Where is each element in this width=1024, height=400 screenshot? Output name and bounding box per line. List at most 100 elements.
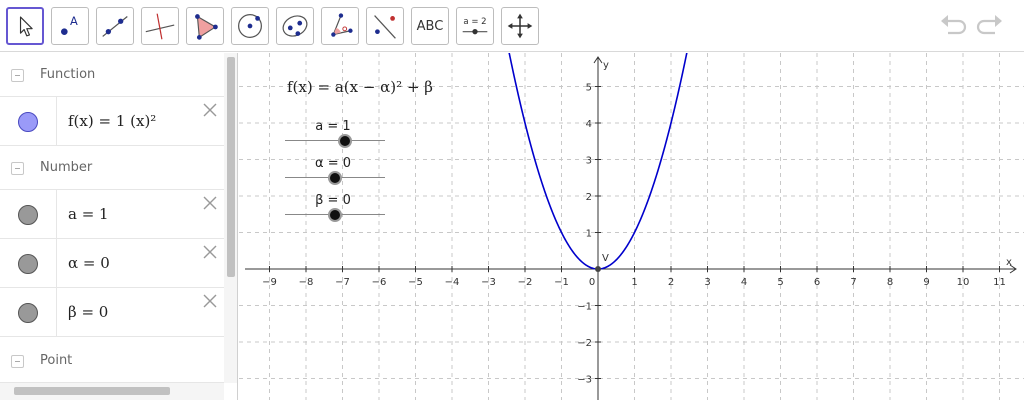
x-tick-label: 4 <box>741 277 747 288</box>
circle-center-icon <box>238 14 262 38</box>
toolbar: A ABC a = 2 <box>0 0 1024 52</box>
x-tick-label: 8 <box>887 277 893 288</box>
collapse-icon[interactable] <box>11 69 24 82</box>
y-tick-label: −3 <box>577 375 592 386</box>
visibility-toggle-icon[interactable] <box>18 205 38 225</box>
algebra-item-a[interactable]: a = 1 <box>0 190 224 239</box>
group-label: Point <box>40 353 73 368</box>
close-icon[interactable] <box>202 195 218 211</box>
reflect-tool-button[interactable] <box>366 7 404 45</box>
visibility-toggle-icon[interactable] <box>18 254 38 274</box>
x-tick-label: −7 <box>335 277 350 288</box>
visibility-toggle-icon[interactable] <box>18 303 38 323</box>
undo-icon[interactable] <box>938 12 968 40</box>
formula-text[interactable]: f(x) = a(x − α)² + β <box>287 78 433 96</box>
x-tick-label: −5 <box>408 277 423 288</box>
group-label: Function <box>40 67 96 82</box>
slider-track[interactable] <box>285 140 385 141</box>
algebra-expression[interactable]: α = 0 <box>68 254 110 272</box>
x-tick-label: −8 <box>299 277 314 288</box>
ellipse-icon <box>282 15 308 37</box>
perpendicular-tool-button[interactable] <box>141 7 179 45</box>
collapse-icon[interactable] <box>11 355 24 368</box>
angle-icon <box>331 13 353 37</box>
x-tick-label: 5 <box>777 277 783 288</box>
slider-icon: a = 2 <box>462 17 488 35</box>
group-label: Number <box>40 160 93 175</box>
vertical-scrollbar[interactable] <box>224 53 237 383</box>
x-tick-label: −1 <box>554 277 569 288</box>
scrollbar-thumb[interactable] <box>14 387 170 395</box>
x-tick-label: 7 <box>850 277 856 288</box>
angle-tool-button[interactable] <box>321 7 359 45</box>
x-tick-label: 0 <box>589 277 595 288</box>
slider-label: a = 1 <box>315 119 351 134</box>
slider-knob[interactable] <box>338 134 352 148</box>
point-tool-label: A <box>70 14 78 28</box>
x-tick-label: 10 <box>957 277 970 288</box>
group-header-function[interactable]: Function <box>0 53 224 97</box>
perpendicular-line-icon <box>145 13 175 40</box>
y-tick-label: 4 <box>586 119 592 130</box>
collapse-icon[interactable] <box>11 162 24 175</box>
vertex-label: V <box>602 253 609 264</box>
line-icon <box>102 16 128 37</box>
group-header-point[interactable]: Point <box>0 339 224 383</box>
x-tick-label: −4 <box>445 277 460 288</box>
y-axis-label: y <box>603 60 609 71</box>
group-header-number[interactable]: Number <box>0 146 224 190</box>
polygon-tool-button[interactable] <box>186 7 224 45</box>
algebra-expression[interactable]: f(x) = 1 (x)² <box>68 112 156 130</box>
slider-a[interactable]: a = 1 <box>283 119 387 149</box>
slider-alpha[interactable]: α = 0 <box>283 156 387 186</box>
polygon-icon <box>195 14 218 40</box>
algebra-item-f[interactable]: f(x) = 1 (x)² <box>0 97 224 146</box>
move-tool-button[interactable] <box>6 7 44 45</box>
move-graphics-tool-button[interactable] <box>501 7 539 45</box>
x-tick-label: −9 <box>262 277 277 288</box>
ellipse-tool-button[interactable] <box>276 7 314 45</box>
reflect-icon <box>374 15 396 39</box>
x-tick-label: 6 <box>814 277 820 288</box>
close-icon[interactable] <box>202 102 218 118</box>
y-tick-label: 2 <box>586 192 592 203</box>
algebra-item-alpha[interactable]: α = 0 <box>0 239 224 288</box>
close-icon[interactable] <box>202 293 218 309</box>
algebra-expression[interactable]: β = 0 <box>68 303 108 321</box>
y-tick-label: 5 <box>586 83 592 94</box>
slider-tool-button[interactable]: a = 2 <box>456 7 494 45</box>
slider-knob[interactable] <box>328 171 342 185</box>
vertex-point <box>595 266 601 272</box>
geogebra-app: A ABC a = 2 Function f(x) = 1 (x)² Numbe… <box>0 0 1024 400</box>
x-tick-label: 2 <box>668 277 674 288</box>
slider-label: α = 0 <box>315 156 351 171</box>
text-tool-button[interactable]: ABC <box>411 7 449 45</box>
move-arrows-icon <box>507 13 533 39</box>
arrow-cursor-icon <box>19 16 33 37</box>
x-tick-label: 9 <box>923 277 929 288</box>
horizontal-scrollbar[interactable] <box>0 383 224 400</box>
scrollbar-thumb[interactable] <box>227 57 235 277</box>
slider-tool-label: a = 2 <box>463 17 486 27</box>
x-tick-label: 1 <box>631 277 637 288</box>
x-tick-label: 11 <box>993 277 1006 288</box>
slider-knob[interactable] <box>328 208 342 222</box>
slider-label: β = 0 <box>315 193 351 208</box>
graph-canvas[interactable]: x y −9 −8 −7 −6 −5 −4 −3 −2 −1 0 1 2 3 4 5 6 7 8 9 10 11 5 4 3 2 1 −… <box>239 53 1024 400</box>
x-tick-label: 3 <box>704 277 710 288</box>
redo-icon[interactable] <box>975 12 1005 40</box>
line-tool-button[interactable] <box>96 7 134 45</box>
graphics-view[interactable]: x y −9 −8 −7 −6 −5 −4 −3 −2 −1 0 1 2 3 4 5 6 7 8 9 10 11 5 4 3 2 1 −… <box>239 53 1024 400</box>
slider-beta[interactable]: β = 0 <box>283 193 387 223</box>
y-tick-label: 3 <box>586 156 592 167</box>
visibility-toggle-icon[interactable] <box>18 112 38 132</box>
algebra-expression[interactable]: a = 1 <box>68 205 109 223</box>
close-icon[interactable] <box>202 244 218 260</box>
x-tick-label: −2 <box>518 277 533 288</box>
text-tool-label: ABC <box>416 18 444 34</box>
circle-tool-button[interactable] <box>231 7 269 45</box>
y-tick-label: 1 <box>586 229 592 240</box>
algebra-item-beta[interactable]: β = 0 <box>0 288 224 337</box>
point-tool-button[interactable]: A <box>51 7 89 45</box>
y-tick-label: −2 <box>577 338 592 349</box>
